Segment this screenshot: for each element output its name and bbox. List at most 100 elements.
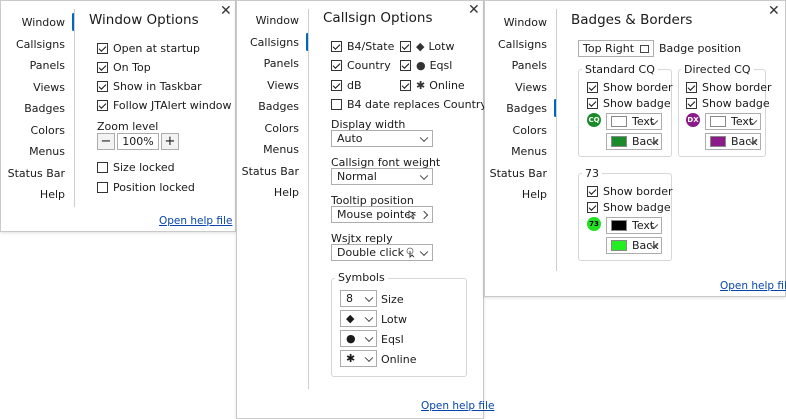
online-checkbox[interactable]: ✱ Online bbox=[400, 79, 465, 92]
checkbox-box[interactable] bbox=[331, 60, 342, 71]
diamond-icon: ◆ bbox=[346, 312, 355, 325]
show-badge-checkbox[interactable]: Show badge bbox=[587, 201, 671, 214]
nav-divider bbox=[308, 9, 309, 389]
nav-item-colors[interactable]: Colors bbox=[485, 120, 547, 142]
symbol-lotw-select[interactable]: ◆ bbox=[340, 310, 377, 327]
nav-item-views[interactable]: Views bbox=[485, 77, 547, 99]
nav-item-callsigns[interactable]: Callsigns bbox=[1, 34, 65, 56]
nav-item-panels[interactable]: Panels bbox=[485, 55, 547, 77]
show-border-checkbox[interactable]: Show border bbox=[686, 81, 772, 94]
nav-item-menus[interactable]: Menus bbox=[1, 141, 65, 163]
nav-item-help[interactable]: Help bbox=[1, 184, 65, 206]
lotw-checkbox[interactable]: ◆ Lotw bbox=[400, 40, 454, 53]
checkbox-box[interactable] bbox=[587, 98, 598, 109]
checkbox-box[interactable] bbox=[97, 62, 108, 73]
checkbox-box[interactable] bbox=[97, 182, 108, 193]
symbol-size-label: Size bbox=[381, 293, 404, 306]
checkbox-box[interactable] bbox=[400, 60, 411, 71]
show-in-taskbar-checkbox[interactable]: Show in Taskbar bbox=[97, 80, 202, 93]
open-help-file-link[interactable]: Open help file bbox=[720, 280, 786, 292]
nav-item-views[interactable]: Views bbox=[237, 75, 299, 97]
nav-item-panels[interactable]: Panels bbox=[1, 55, 65, 77]
display-width-select[interactable]: Auto bbox=[331, 130, 433, 147]
size-locked-checkbox[interactable]: Size locked bbox=[97, 161, 175, 174]
checkbox-box[interactable] bbox=[97, 100, 108, 111]
nav-item-window[interactable]: Window bbox=[485, 12, 547, 34]
checkbox-box[interactable] bbox=[587, 202, 598, 213]
show-badge-checkbox[interactable]: Show badge bbox=[686, 97, 770, 110]
nav-item-callsigns[interactable]: Callsigns bbox=[485, 34, 547, 56]
back-color-select[interactable]: Back bbox=[705, 133, 761, 150]
b4-date-replaces-country-checkbox[interactable]: B4 date replaces Country bbox=[331, 98, 487, 111]
symbol-online-select[interactable]: ✱ bbox=[340, 350, 377, 367]
checkbox-label: dB bbox=[347, 79, 362, 92]
checkbox-label: Show border bbox=[702, 81, 772, 94]
checkbox-box[interactable] bbox=[331, 99, 342, 110]
color-swatch bbox=[710, 136, 726, 147]
checkbox-label: Open at startup bbox=[113, 42, 201, 55]
circle-icon: ● bbox=[346, 332, 356, 345]
tooltip-position-select[interactable]: Mouse pointer bbox=[331, 206, 433, 223]
text-color-select[interactable]: Text bbox=[606, 113, 662, 130]
checkbox-box[interactable] bbox=[400, 41, 411, 52]
nav-item-menus[interactable]: Menus bbox=[237, 139, 299, 161]
nav-item-panels[interactable]: Panels bbox=[237, 53, 299, 75]
country-checkbox[interactable]: Country bbox=[331, 59, 391, 72]
show-badge-checkbox[interactable]: Show badge bbox=[587, 97, 671, 110]
db-checkbox[interactable]: dB bbox=[331, 79, 362, 92]
checkbox-box[interactable] bbox=[97, 43, 108, 54]
symbol-eqsl-select[interactable]: ● bbox=[340, 330, 377, 347]
checkbox-box[interactable] bbox=[400, 80, 411, 91]
zoom-plus-button[interactable]: + bbox=[161, 133, 179, 150]
show-border-checkbox[interactable]: Show border bbox=[587, 81, 673, 94]
nav-item-help[interactable]: Help bbox=[237, 182, 299, 204]
checkbox-box[interactable] bbox=[331, 41, 342, 52]
close-icon[interactable]: ✕ bbox=[220, 4, 232, 18]
nav-item-window[interactable]: Window bbox=[1, 12, 65, 34]
checkbox-box[interactable] bbox=[686, 98, 697, 109]
text-color-select[interactable]: Text bbox=[705, 113, 761, 130]
nav-item-status-bar[interactable]: Status Bar bbox=[485, 163, 547, 185]
checkbox-box[interactable] bbox=[331, 80, 342, 91]
close-icon[interactable]: ✕ bbox=[768, 4, 780, 18]
checkbox-box[interactable] bbox=[587, 82, 598, 93]
dx-badge-icon: DX bbox=[686, 113, 700, 127]
open-at-startup-checkbox[interactable]: Open at startup bbox=[97, 42, 200, 55]
nav-item-badges[interactable]: Badges bbox=[1, 98, 65, 120]
position-locked-checkbox[interactable]: Position locked bbox=[97, 181, 195, 194]
font-weight-select[interactable]: Normal bbox=[331, 168, 433, 185]
open-help-file-link[interactable]: Open help file bbox=[159, 215, 232, 227]
nav-item-views[interactable]: Views bbox=[1, 77, 65, 99]
wsjtx-reply-select[interactable]: Double click bbox=[331, 244, 433, 261]
symbol-size-select[interactable]: 8 bbox=[340, 290, 377, 307]
checkbox-box[interactable] bbox=[686, 82, 697, 93]
nav-item-status-bar[interactable]: Status Bar bbox=[237, 161, 299, 183]
nav-item-colors[interactable]: Colors bbox=[1, 120, 65, 142]
back-color-select[interactable]: Back bbox=[606, 133, 662, 150]
checkbox-box[interactable] bbox=[587, 186, 598, 197]
zoom-value-field[interactable]: 100% bbox=[117, 133, 159, 150]
zoom-minus-button[interactable]: − bbox=[97, 133, 115, 150]
nav-item-menus[interactable]: Menus bbox=[485, 141, 547, 163]
checkbox-box[interactable] bbox=[97, 81, 108, 92]
b4-state-checkbox[interactable]: B4/State bbox=[331, 40, 394, 53]
text-color-select[interactable]: Text bbox=[606, 217, 662, 234]
back-color-select[interactable]: Back bbox=[606, 237, 662, 254]
checkbox-box[interactable] bbox=[97, 162, 108, 173]
nav-item-badges[interactable]: Badges bbox=[237, 96, 299, 118]
show-border-checkbox[interactable]: Show border bbox=[587, 185, 673, 198]
open-help-file-link[interactable]: Open help file bbox=[421, 400, 494, 412]
checkbox-label: Show border bbox=[603, 185, 673, 198]
follow-jtalert-checkbox[interactable]: Follow JTAlert window bbox=[97, 99, 232, 112]
close-icon[interactable]: ✕ bbox=[468, 3, 480, 17]
checkbox-label: Show in Taskbar bbox=[113, 80, 202, 93]
badge-position-select[interactable]: Top Right bbox=[578, 40, 654, 57]
eqsl-checkbox[interactable]: ● Eqsl bbox=[400, 59, 452, 72]
nav-item-colors[interactable]: Colors bbox=[237, 118, 299, 140]
nav-item-help[interactable]: Help bbox=[485, 184, 547, 206]
nav-item-badges[interactable]: Badges bbox=[485, 98, 547, 120]
on-top-checkbox[interactable]: On Top bbox=[97, 61, 151, 74]
nav-item-window[interactable]: Window bbox=[237, 10, 299, 32]
nav-item-callsigns[interactable]: Callsigns bbox=[237, 32, 299, 54]
nav-item-status-bar[interactable]: Status Bar bbox=[1, 163, 65, 185]
